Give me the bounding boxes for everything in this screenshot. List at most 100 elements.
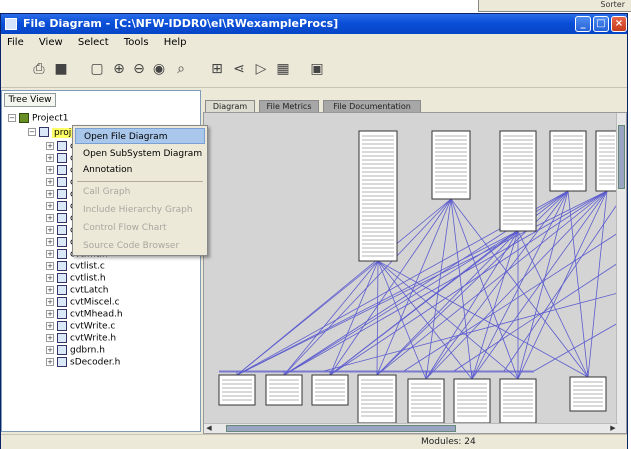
context-menu-item[interactable]: Open File Diagram <box>75 128 205 144</box>
expand-icon[interactable]: + <box>46 310 54 318</box>
vertical-scrollbar[interactable] <box>616 113 626 433</box>
file-icon <box>57 333 67 343</box>
tree-file-item[interactable]: + sDecoder.h <box>46 357 120 371</box>
tree-file-label: cvtlist.h <box>70 273 106 284</box>
menu-view[interactable]: View <box>33 34 69 48</box>
menu-bar: File View Select Tools Help <box>1 34 627 52</box>
module-node[interactable] <box>311 374 349 406</box>
tree-node-selected[interactable]: − proj <box>28 127 74 141</box>
scroll-right-icon[interactable]: ▶ <box>608 424 618 433</box>
minimize-button[interactable]: _ <box>575 16 591 32</box>
project-icon <box>19 113 29 123</box>
expand-icon[interactable]: + <box>46 262 54 270</box>
expand-icon[interactable]: + <box>46 154 54 162</box>
zoom-out-icon[interactable]: ⊖ <box>129 59 149 79</box>
expand-icon[interactable]: + <box>46 214 54 222</box>
menu-file[interactable]: File <box>1 34 30 48</box>
expand-icon[interactable]: + <box>46 202 54 210</box>
file-icon <box>57 357 67 367</box>
module-node[interactable] <box>453 378 491 424</box>
tree-file-label: cvtWrite.c <box>70 321 116 332</box>
module-node[interactable] <box>265 374 303 406</box>
menu-tools[interactable]: Tools <box>118 34 155 48</box>
menu-help[interactable]: Help <box>158 34 193 48</box>
file-icon <box>57 285 67 295</box>
background-window: Sorter <box>478 0 631 12</box>
expand-icon[interactable]: + <box>46 250 54 258</box>
diagram-canvas[interactable]: ◀ ▶ <box>203 112 627 434</box>
file-icon <box>57 201 67 211</box>
horizontal-scroll-thumb[interactable] <box>226 425 456 432</box>
dependency-edge <box>471 230 519 380</box>
expand-icon[interactable]: + <box>46 286 54 294</box>
maximize-button[interactable]: □ <box>593 16 609 32</box>
module-node[interactable] <box>407 378 445 424</box>
vertical-scroll-thumb[interactable] <box>618 125 625 189</box>
dependency-edge <box>376 190 569 376</box>
dependency-edge <box>533 322 618 372</box>
menu-select[interactable]: Select <box>72 34 115 48</box>
title-bar[interactable]: File Diagram - [C:\NFW-IDDR0\el\RWexampl… <box>1 14 627 34</box>
tab-tree-view[interactable]: Tree View <box>4 93 56 107</box>
horizontal-scrollbar[interactable]: ◀ ▶ <box>204 423 618 433</box>
module-node[interactable] <box>218 374 256 406</box>
file-icon <box>57 297 67 307</box>
context-menu-item[interactable]: Annotation <box>75 162 205 178</box>
export-icon[interactable]: ▣ <box>307 59 327 79</box>
file-icon <box>57 249 67 259</box>
expand-icon[interactable]: + <box>46 178 54 186</box>
expand-icon[interactable]: + <box>46 274 54 282</box>
folder-icon <box>39 127 49 137</box>
collapse-icon[interactable]: − <box>28 128 36 136</box>
tree-root[interactable]: − Project1 <box>8 113 69 127</box>
fit-icon[interactable]: ▢ <box>87 59 107 79</box>
file-icon <box>57 213 67 223</box>
expand-icon[interactable]: + <box>46 334 54 342</box>
status-bar: Modules: 24 <box>1 434 627 449</box>
tree-file-label: cvtWrite.h <box>70 333 117 344</box>
dependency-edge <box>471 190 608 380</box>
layout-icon[interactable]: ⊞ <box>207 59 227 79</box>
file-icon <box>57 153 67 163</box>
module-node[interactable] <box>431 130 471 200</box>
print-icon[interactable]: ⎙ <box>29 59 49 79</box>
file-icon <box>57 189 67 199</box>
save-icon[interactable]: ■ <box>51 59 71 79</box>
dependency-edge <box>376 230 519 376</box>
zoom-reset-icon[interactable]: ◉ <box>149 59 169 79</box>
expand-icon[interactable]: + <box>46 322 54 330</box>
play-icon[interactable]: ▷ <box>251 59 271 79</box>
expand-icon[interactable]: + <box>46 346 54 354</box>
toolbar: ⎙ ■ ▢ ⊕ ⊖ ◉ ⌕ ⊞ ⋖ ▷ ▦ ▣ <box>1 52 627 88</box>
dependency-edge <box>450 198 473 380</box>
expand-icon[interactable]: + <box>46 298 54 306</box>
expand-icon[interactable]: + <box>46 226 54 234</box>
context-menu-separator <box>77 181 203 182</box>
expand-icon[interactable]: + <box>46 238 54 246</box>
status-text: Modules: 24 <box>421 437 476 447</box>
expand-icon[interactable]: + <box>46 190 54 198</box>
grid-icon[interactable]: ▦ <box>273 59 293 79</box>
share-icon[interactable]: ⋖ <box>229 59 249 79</box>
find-icon[interactable]: ⌕ <box>171 59 191 79</box>
window-title: File Diagram - [C:\NFW-IDDR0\el\RWexampl… <box>23 17 339 30</box>
dependency-edge <box>425 198 452 380</box>
dependency-edge <box>283 260 379 376</box>
context-menu-item[interactable]: Open SubSystem Diagram <box>75 146 205 162</box>
background-window-label: Sorter <box>600 0 625 9</box>
collapse-icon[interactable]: − <box>8 114 16 122</box>
tree-file-label: gdbrn.h <box>70 345 105 356</box>
expand-icon[interactable]: + <box>46 166 54 174</box>
scroll-left-icon[interactable]: ◀ <box>204 424 214 433</box>
close-button[interactable]: × <box>611 16 627 32</box>
expand-icon[interactable]: + <box>46 142 54 150</box>
tree-file-label: sDecoder.h <box>70 357 121 368</box>
dependency-edge <box>329 260 379 376</box>
file-icon <box>57 177 67 187</box>
zoom-in-icon[interactable]: ⊕ <box>109 59 129 79</box>
module-node[interactable] <box>499 378 537 424</box>
expand-icon[interactable]: + <box>46 358 54 366</box>
dependency-edge <box>376 260 379 376</box>
tree-file-label: cvtMiscel.c <box>70 297 120 308</box>
file-icon <box>57 225 67 235</box>
